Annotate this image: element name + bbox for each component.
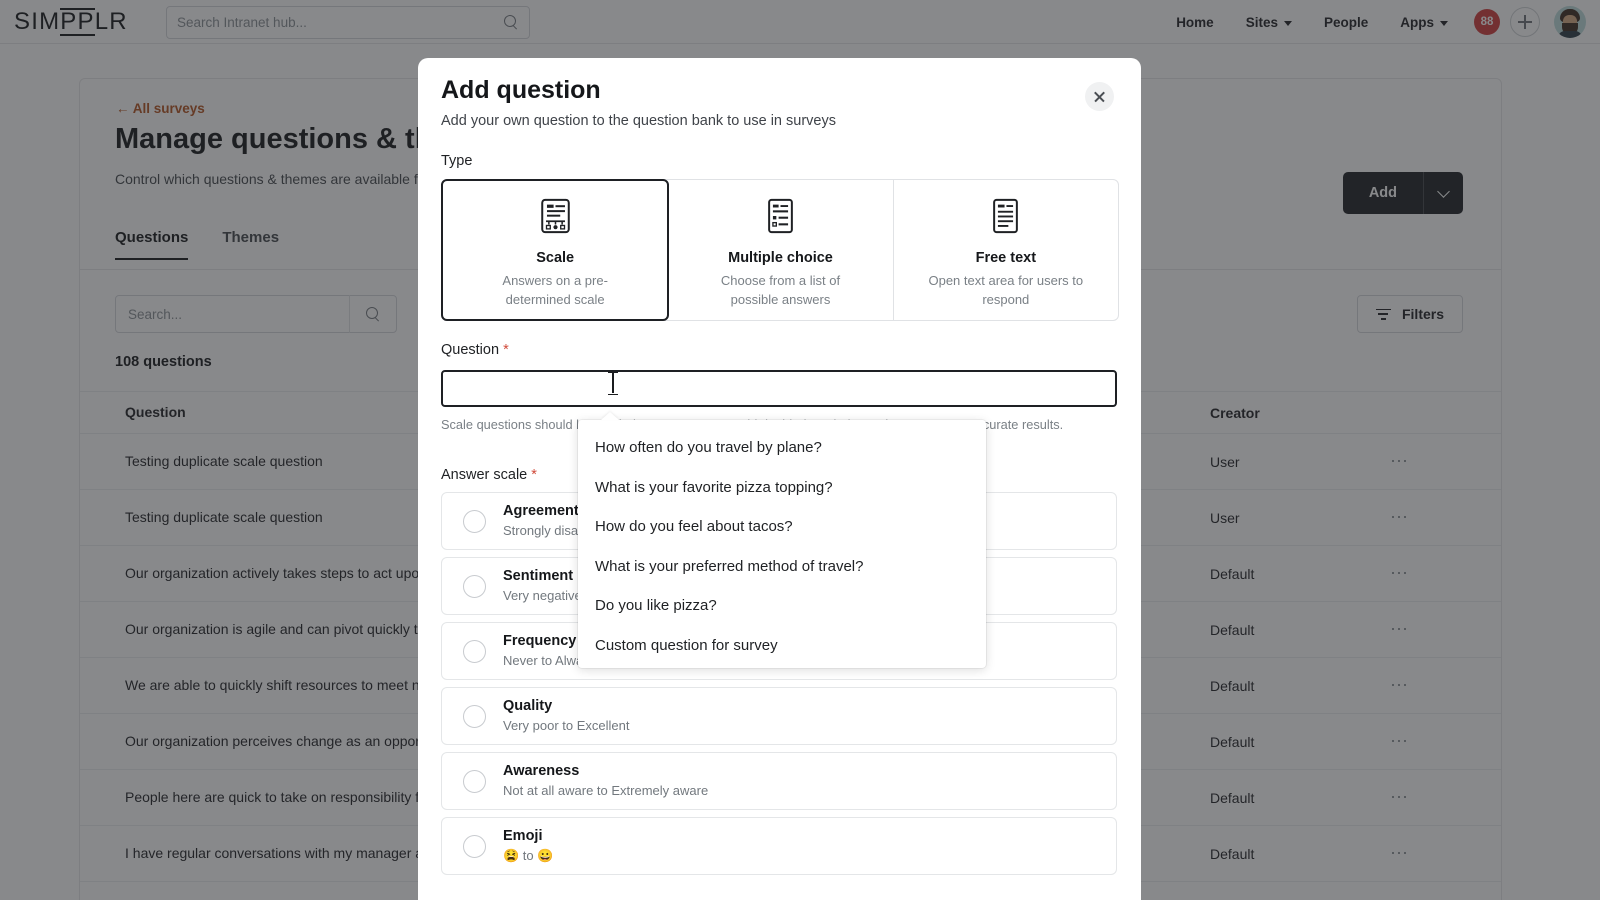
answer-scale-option[interactable]: Emoji 😫 to 😀 bbox=[441, 817, 1117, 875]
answer-scale-name: Awareness bbox=[503, 762, 708, 781]
answer-scale-name: Quality bbox=[503, 697, 629, 716]
answer-scale-label: Answer scale * bbox=[441, 467, 537, 483]
type-card-description: Open text area for users to respond bbox=[921, 272, 1091, 310]
question-input-wrapper[interactable] bbox=[441, 370, 1117, 407]
suggestion-item[interactable]: What is your preferred method of travel? bbox=[578, 547, 986, 587]
type-card-free-text[interactable]: Free text Open text area for users to re… bbox=[894, 180, 1118, 320]
modal-description: Add your own question to the question ba… bbox=[441, 113, 836, 129]
radio-button-icon[interactable] bbox=[463, 770, 486, 793]
type-card-name: Multiple choice bbox=[728, 250, 833, 266]
radio-button-icon[interactable] bbox=[463, 510, 486, 533]
suggestion-item[interactable]: Custom question for survey bbox=[578, 626, 986, 666]
question-input[interactable] bbox=[443, 372, 1115, 405]
radio-button-icon[interactable] bbox=[463, 835, 486, 858]
type-card-description: Answers on a pre-determined scale bbox=[470, 272, 640, 310]
required-marker: * bbox=[531, 467, 537, 483]
suggestion-item[interactable]: What is your favorite pizza topping? bbox=[578, 468, 986, 508]
question-label: Question * bbox=[441, 342, 509, 358]
type-card-scale[interactable]: Scale Answers on a pre-determined scale bbox=[441, 179, 669, 321]
answer-scale-range: Very poor to Excellent bbox=[503, 718, 629, 735]
answer-scale-range: Not at all aware to Extremely aware bbox=[503, 783, 708, 800]
answer-scale-option[interactable]: Awareness Not at all aware to Extremely a… bbox=[441, 752, 1117, 810]
required-marker: * bbox=[503, 342, 509, 358]
close-icon[interactable] bbox=[1085, 82, 1114, 111]
list-icon bbox=[764, 198, 797, 234]
radio-button-icon[interactable] bbox=[463, 705, 486, 728]
radio-button-icon[interactable] bbox=[463, 575, 486, 598]
suggestion-item[interactable]: How often do you travel by plane? bbox=[578, 428, 986, 468]
question-type-selector: Scale Answers on a pre-determined scale … bbox=[441, 179, 1119, 321]
type-card-name: Scale bbox=[536, 250, 574, 266]
answer-scale-label-text: Answer scale bbox=[441, 467, 527, 483]
document-icon bbox=[989, 198, 1022, 234]
scale-icon bbox=[539, 198, 572, 234]
radio-button-icon[interactable] bbox=[463, 640, 486, 663]
text-cursor bbox=[608, 372, 618, 393]
close-glyph bbox=[1093, 90, 1106, 103]
type-card-multiple-choice[interactable]: Multiple choice Choose from a list of po… bbox=[668, 180, 893, 320]
type-card-name: Free text bbox=[976, 250, 1036, 266]
type-card-description: Choose from a list of possible answers bbox=[695, 272, 865, 310]
answer-scale-option[interactable]: Quality Very poor to Excellent bbox=[441, 687, 1117, 745]
suggestion-item[interactable]: How do you feel about tacos? bbox=[578, 507, 986, 547]
question-suggestions-dropdown[interactable]: How often do you travel by plane?What is… bbox=[578, 420, 986, 668]
suggestion-item[interactable]: Do you like pizza? bbox=[578, 586, 986, 626]
type-label: Type bbox=[441, 153, 472, 169]
app-root: SIMPPLR Home Sites People Apps bbox=[0, 0, 1600, 900]
answer-scale-range: 😫 to 😀 bbox=[503, 848, 553, 865]
answer-scale-name: Emoji bbox=[503, 827, 553, 846]
question-label-text: Question bbox=[441, 342, 499, 358]
modal-title: Add question bbox=[441, 76, 601, 105]
